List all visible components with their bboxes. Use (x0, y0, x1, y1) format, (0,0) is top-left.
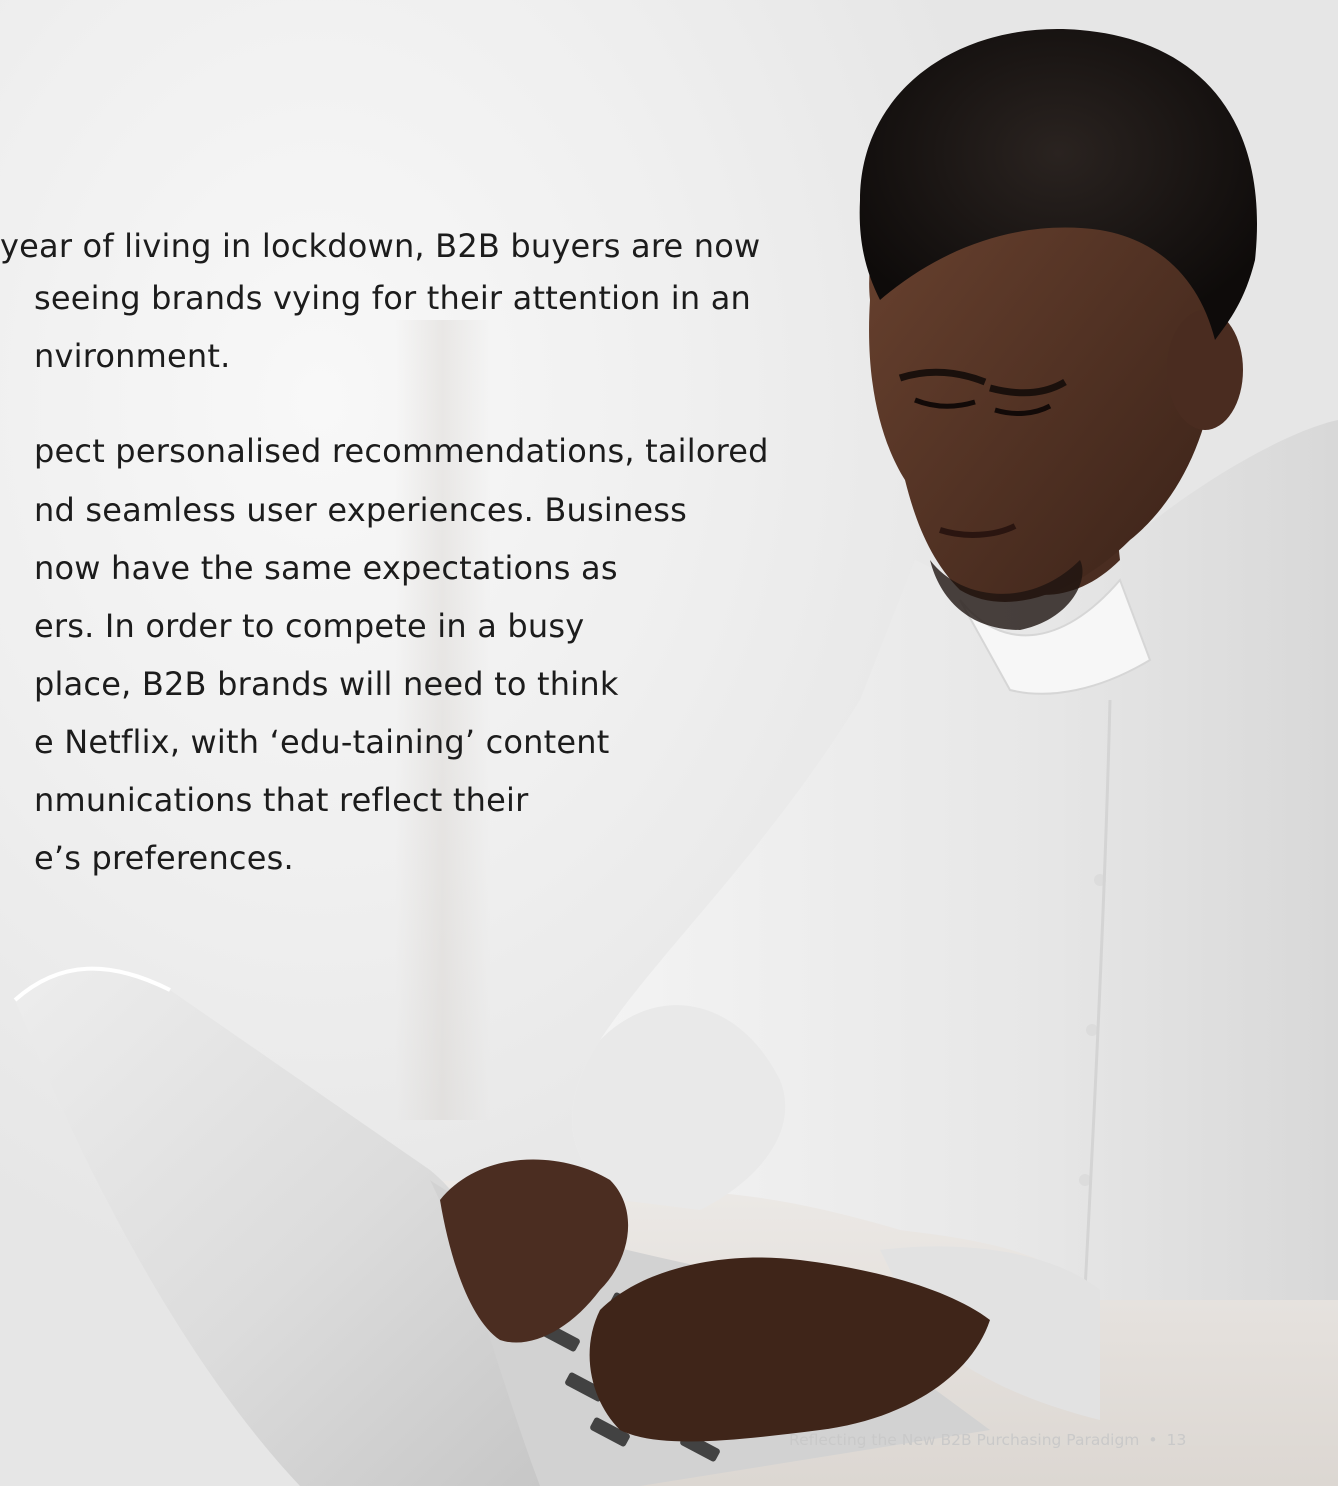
page-footer: Reflecting the New B2B Purchasing Paradi… (789, 1431, 1186, 1449)
footer-separator: • (1148, 1431, 1158, 1449)
man-typing-on-laptop-photo (13, 29, 1338, 1486)
footer-title: Reflecting the New B2B Purchasing Paradi… (789, 1431, 1140, 1449)
page-number: 13 (1166, 1431, 1187, 1449)
report-page: year of living in lockdown, B2B buyers a… (0, 0, 1338, 1486)
